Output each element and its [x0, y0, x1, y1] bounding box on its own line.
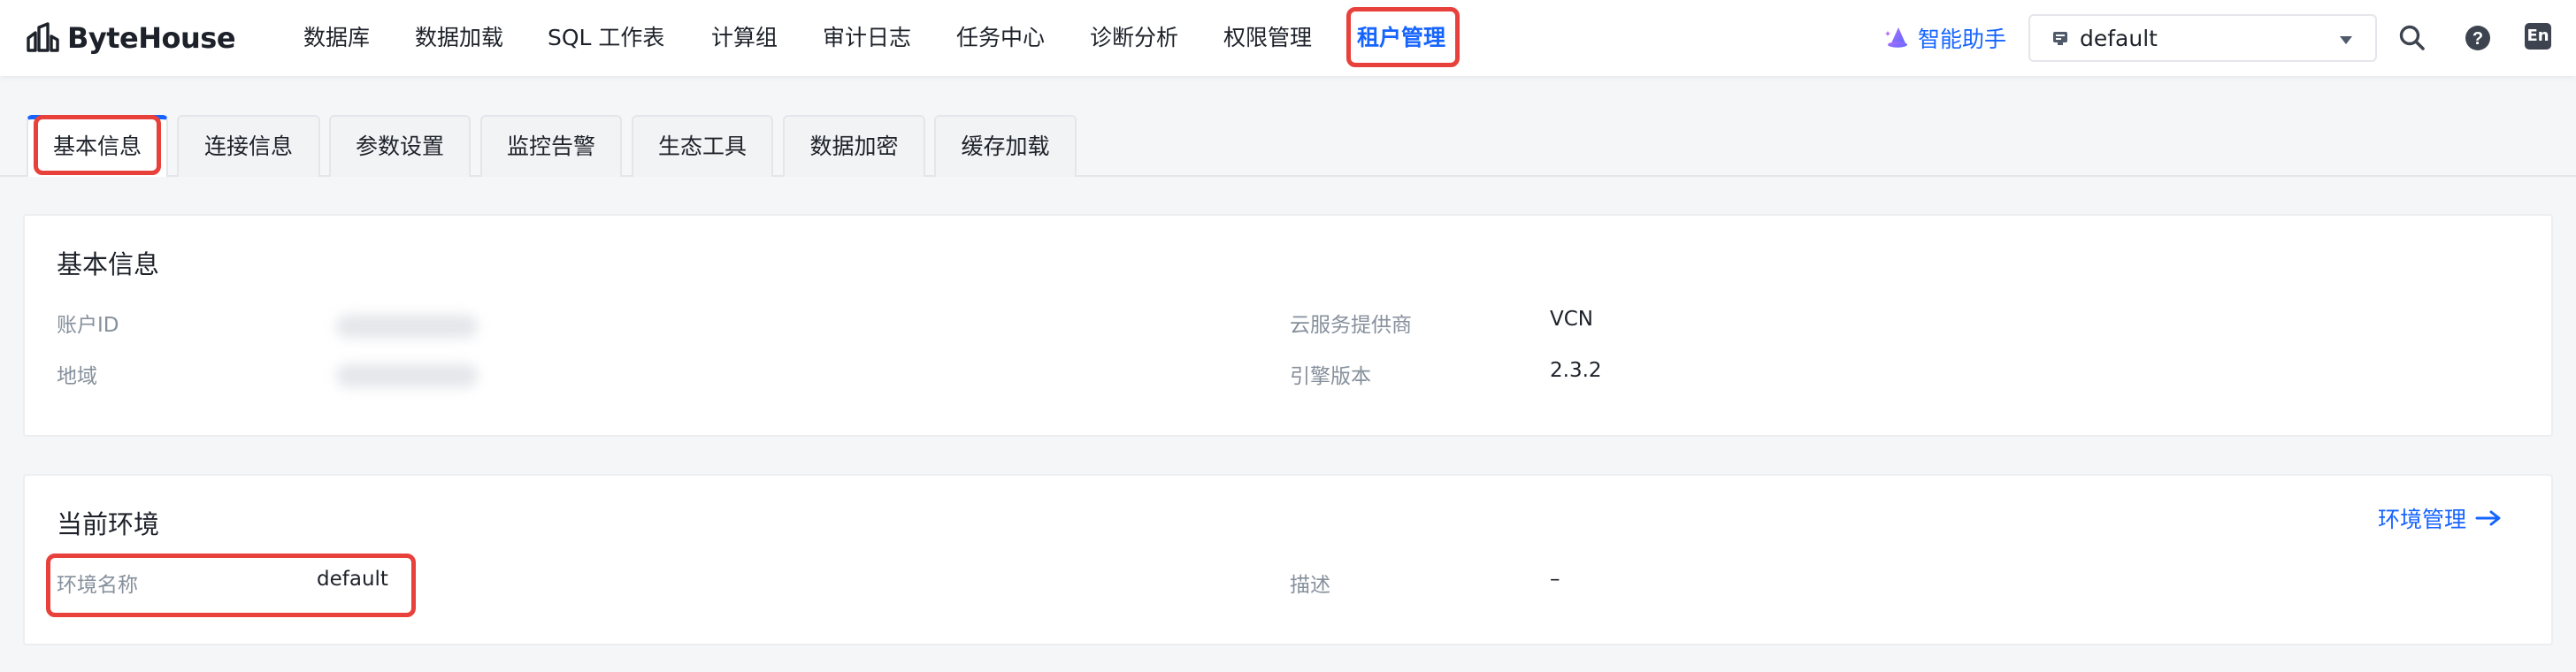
engine-version-value: 2.3.2 [1550, 359, 1602, 382]
environment-select[interactable]: default [2028, 14, 2377, 62]
ai-assistant-label: 智能助手 [1918, 27, 2007, 52]
nav-item-diagnosis[interactable]: 诊断分析 [1090, 21, 1178, 55]
language-switch-button[interactable]: En [2525, 23, 2551, 50]
highlight-box-tab [34, 115, 161, 175]
nav-item-data-loading[interactable]: 数据加载 [415, 21, 503, 55]
engine-version-label: 引擎版本 [1290, 365, 1371, 388]
top-navigation-bar: ByteHouse 数据库 数据加载 SQL 工作表 计算组 审计日志 任务中心… [0, 0, 2576, 76]
environment-management-link[interactable]: 环境管理 [2378, 502, 2502, 534]
account-id-value-redacted [336, 315, 478, 338]
search-icon[interactable] [2397, 23, 2427, 53]
description-label: 描述 [1290, 574, 1330, 597]
help-icon[interactable]: ? [2463, 23, 2493, 53]
database-icon [2053, 32, 2067, 45]
tab-monitoring-alerts[interactable]: 监控告警 [480, 115, 622, 177]
region-label: 地域 [57, 365, 97, 388]
highlight-box-environment-name [46, 554, 416, 617]
brand-name: ByteHouse [67, 21, 236, 55]
cloud-provider-value: VCN [1550, 308, 1593, 331]
arrow-right-icon [2475, 510, 2501, 526]
account-id-label: 账户ID [57, 314, 119, 337]
ai-assistant-button[interactable]: 智能助手 [1884, 21, 2006, 55]
description-value: – [1550, 568, 1560, 591]
cloud-provider-label: 云服务提供商 [1290, 314, 1412, 337]
nav-item-compute-group[interactable]: 计算组 [711, 21, 778, 55]
tab-data-encryption[interactable]: 数据加密 [783, 115, 925, 177]
bytehouse-logo-icon [27, 22, 59, 52]
current-environment-title: 当前环境 [57, 509, 160, 539]
region-value-redacted [336, 364, 478, 387]
environment-management-label: 环境管理 [2377, 507, 2466, 532]
environment-select-value: default [2080, 25, 2158, 51]
nav-item-audit-log[interactable]: 审计日志 [823, 21, 911, 55]
tab-parameter-settings[interactable]: 参数设置 [329, 115, 471, 177]
nav-item-task-center[interactable]: 任务中心 [956, 21, 1045, 55]
basic-info-card: 基本信息 账户ID 地域 云服务提供商 VCN 引擎版本 2.3.2 [23, 214, 2553, 437]
highlight-box-nav [1346, 7, 1460, 67]
wizard-hat-icon [1885, 27, 1907, 48]
tab-ecosystem-tools[interactable]: 生态工具 [632, 115, 773, 177]
nav-item-permissions[interactable]: 权限管理 [1223, 21, 1312, 55]
tabs-bar: 基本信息 连接信息 参数设置 监控告警 生态工具 数据加密 缓存加载 [0, 115, 2576, 177]
tab-cache-loading[interactable]: 缓存加载 [934, 115, 1077, 177]
basic-info-title: 基本信息 [57, 249, 160, 279]
tab-connection-info[interactable]: 连接信息 [177, 115, 320, 177]
bytehouse-logo[interactable]: ByteHouse [25, 18, 236, 58]
chevron-down-icon [2340, 36, 2352, 44]
nav-item-database[interactable]: 数据库 [303, 21, 370, 55]
nav-item-sql-worksheet[interactable]: SQL 工作表 [548, 21, 664, 55]
svg-text:?: ? [2472, 29, 2483, 49]
